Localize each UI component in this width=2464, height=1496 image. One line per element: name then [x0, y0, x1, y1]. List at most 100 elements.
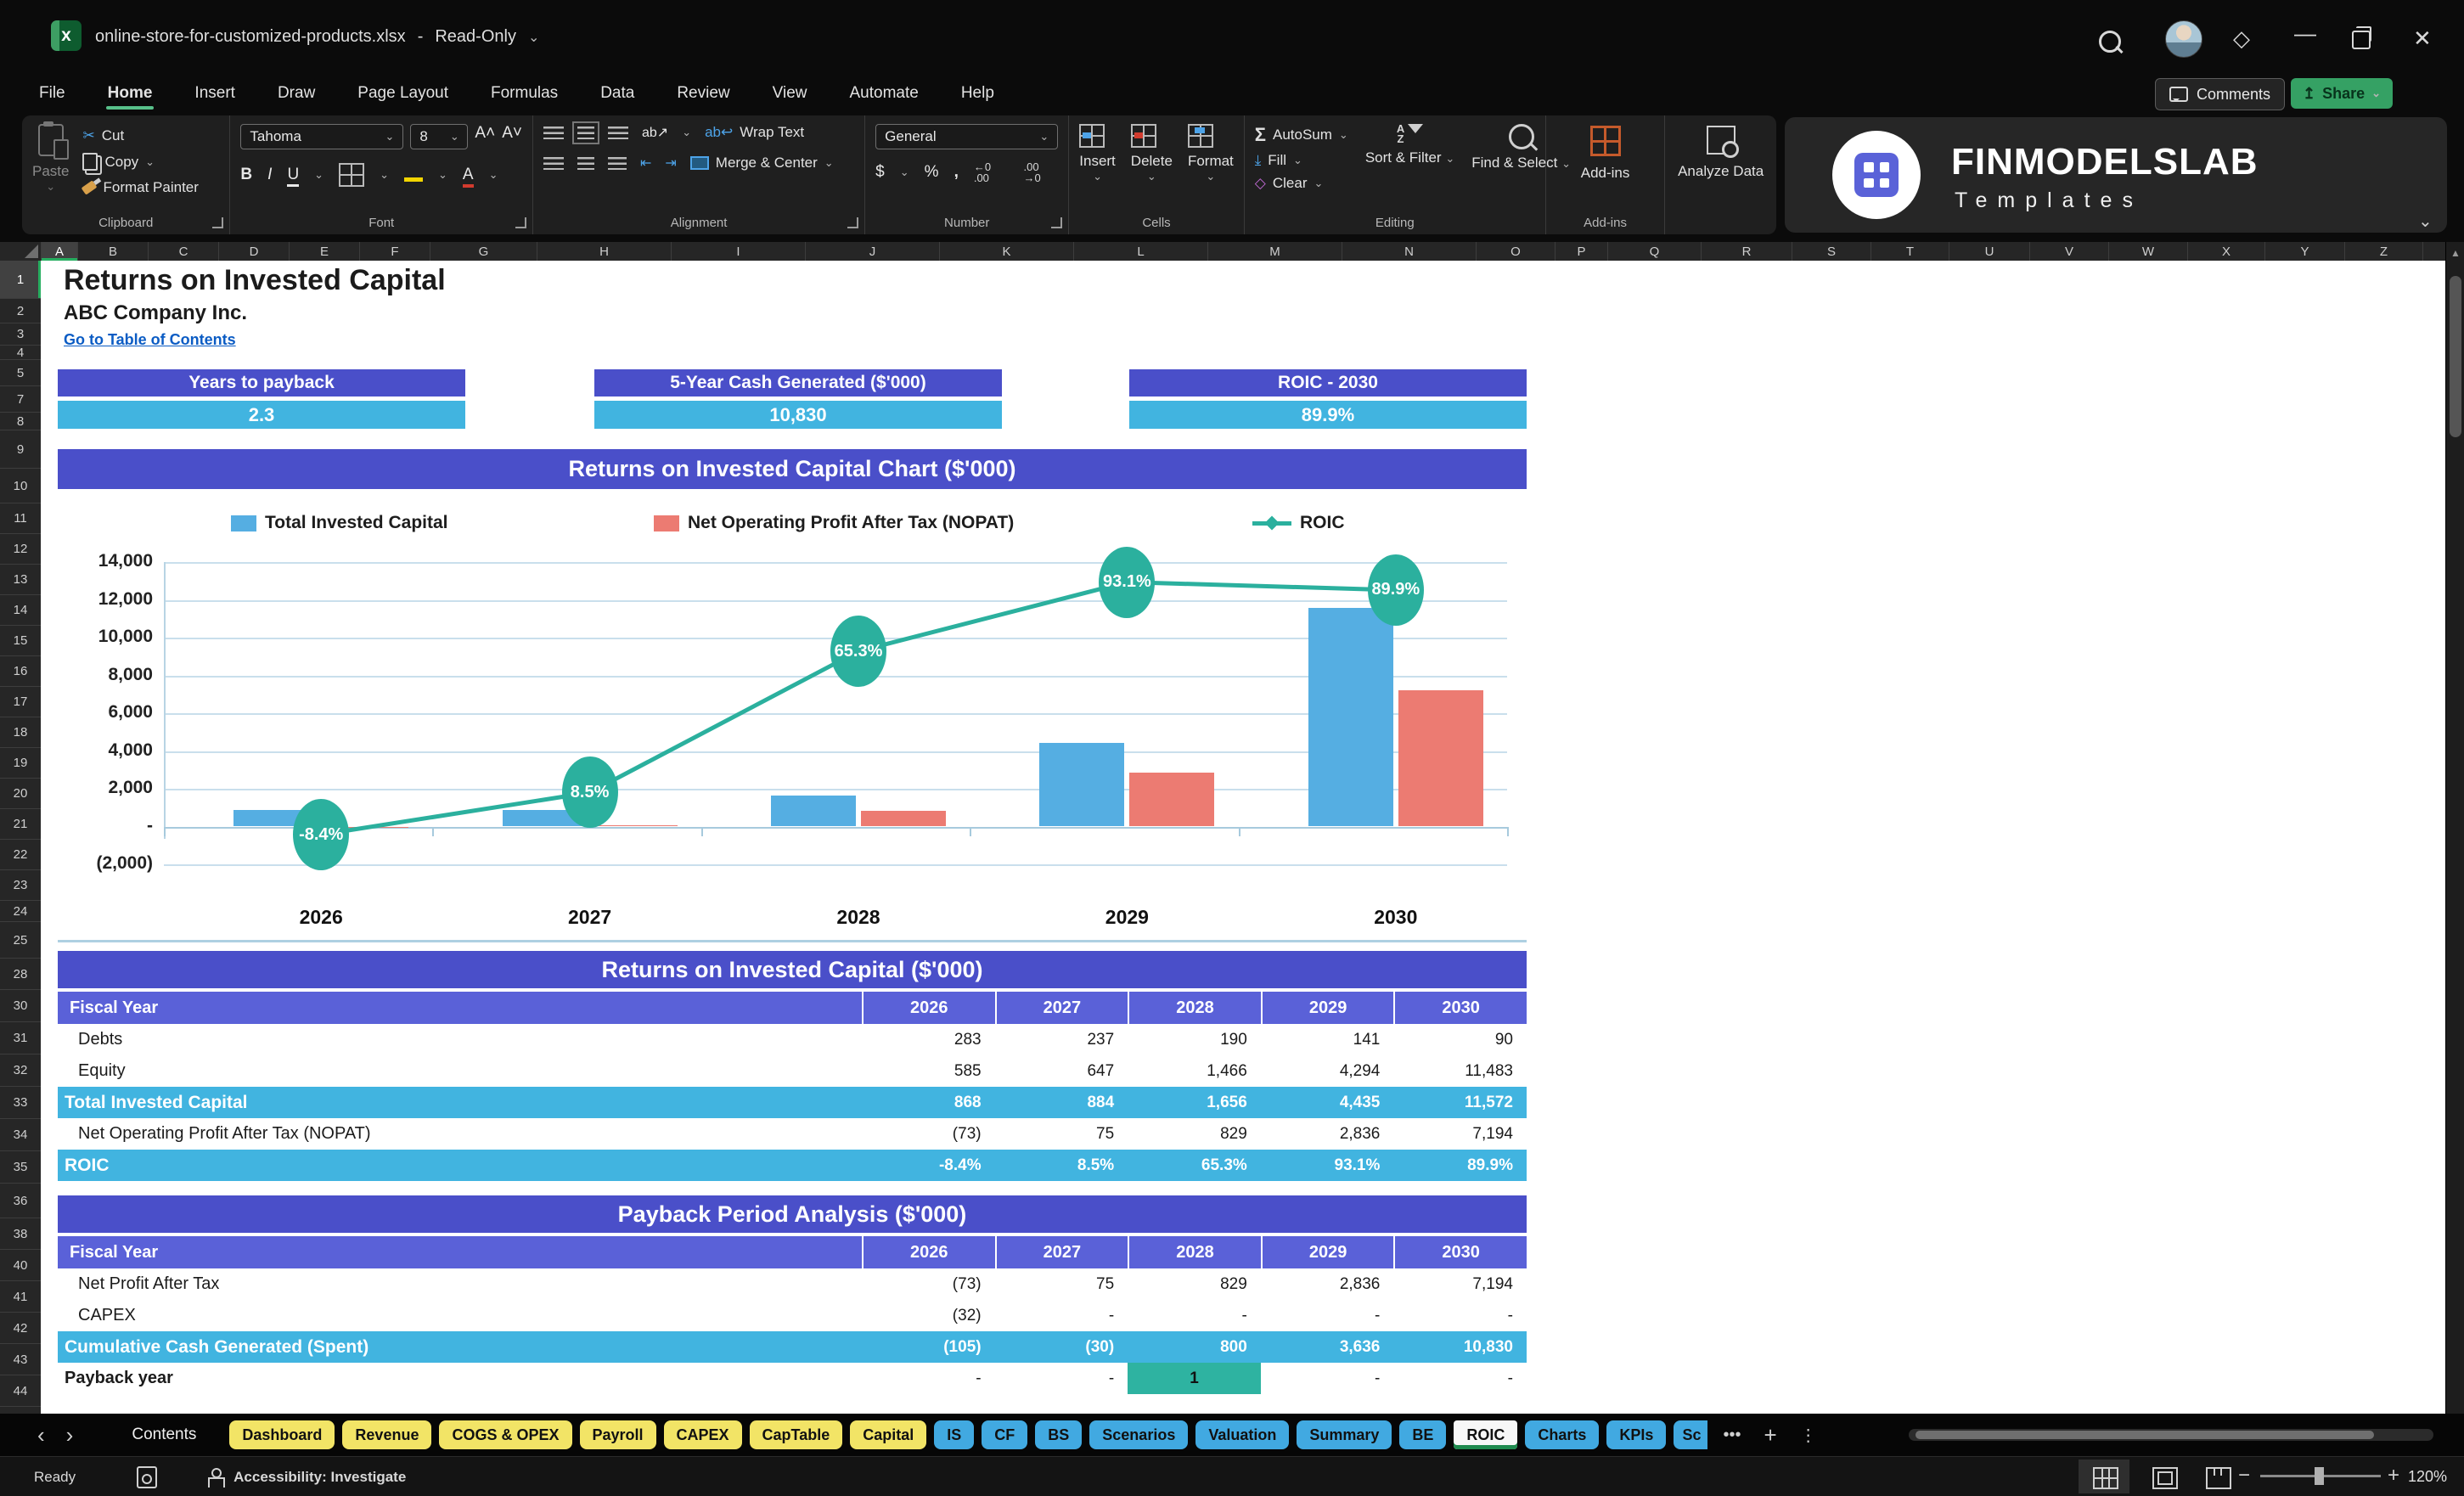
column-header-U[interactable]: U: [1949, 242, 2030, 261]
row-header-42[interactable]: 42: [0, 1313, 41, 1344]
table-cell[interactable]: (73): [862, 1118, 995, 1150]
ribbon-tab-data[interactable]: Data: [599, 79, 636, 108]
column-header-E[interactable]: E: [290, 242, 360, 261]
vertical-scrollbar[interactable]: ▲: [2445, 242, 2464, 1414]
row-header-8[interactable]: 8: [0, 413, 41, 430]
shrink-font-button[interactable]: A˅: [502, 124, 522, 149]
row-header-21[interactable]: 21: [0, 809, 41, 840]
table-cell[interactable]: -: [995, 1300, 1128, 1331]
horizontal-scrollbar[interactable]: [1909, 1429, 2433, 1441]
table-cell[interactable]: -: [1261, 1363, 1394, 1394]
analyze-data-button[interactable]: Analyze Data: [1675, 126, 1766, 180]
column-header-G[interactable]: G: [430, 242, 537, 261]
column-header-F[interactable]: F: [360, 242, 430, 261]
zoom-slider-thumb[interactable]: [2315, 1467, 2324, 1485]
macro-record-icon[interactable]: [137, 1466, 157, 1488]
column-header-M[interactable]: M: [1208, 242, 1342, 261]
column-header-Z[interactable]: Z: [2345, 242, 2423, 261]
table-cell[interactable]: 4,294: [1261, 1055, 1394, 1087]
avatar[interactable]: [2165, 20, 2202, 58]
table-cell[interactable]: 75: [995, 1118, 1128, 1150]
table-cell[interactable]: (105): [862, 1331, 995, 1363]
sheet-tab-be[interactable]: BE: [1399, 1420, 1446, 1449]
orientation-icon[interactable]: ab↗: [642, 124, 668, 141]
row-header-44[interactable]: 44: [0, 1375, 41, 1407]
align-top-icon[interactable]: [543, 127, 564, 139]
column-header-L[interactable]: L: [1074, 242, 1208, 261]
horizontal-scroll-thumb[interactable]: [1916, 1431, 2374, 1439]
font-dialog-launcher[interactable]: [515, 217, 526, 228]
sheet-tab-is[interactable]: IS: [934, 1420, 974, 1449]
row-header-35[interactable]: 35: [0, 1151, 41, 1184]
comma-format-button[interactable]: ,: [954, 163, 959, 182]
sheet-nav-left-icon[interactable]: ‹: [31, 1422, 52, 1448]
row-header-5[interactable]: 5: [0, 360, 41, 386]
table-cell[interactable]: 647: [995, 1055, 1128, 1087]
align-right-icon[interactable]: [608, 157, 627, 170]
row-header-41[interactable]: 41: [0, 1281, 41, 1313]
table-cell[interactable]: 884: [995, 1087, 1128, 1118]
comments-button[interactable]: Comments: [2155, 78, 2285, 110]
sheet-tab-valuation[interactable]: Valuation: [1195, 1420, 1289, 1449]
row-header-13[interactable]: 13: [0, 565, 41, 595]
column-header-W[interactable]: W: [2109, 242, 2188, 261]
ribbon-tab-insert[interactable]: Insert: [193, 79, 237, 108]
column-header-V[interactable]: V: [2030, 242, 2109, 261]
fill-color-button[interactable]: [404, 164, 423, 186]
row-header-34[interactable]: 34: [0, 1119, 41, 1151]
table-of-contents-link[interactable]: Go to Table of Contents: [64, 331, 236, 349]
borders-icon[interactable]: [339, 163, 364, 187]
table-cell[interactable]: (32): [862, 1300, 995, 1331]
table-cell[interactable]: -: [1128, 1300, 1261, 1331]
table-cell[interactable]: 283: [862, 1024, 995, 1055]
clear-button[interactable]: ◇Clear⌄: [1255, 175, 1348, 192]
font-color-button[interactable]: A: [463, 166, 474, 184]
column-header-I[interactable]: I: [672, 242, 806, 261]
font-family-select[interactable]: Tahoma⌄: [240, 124, 403, 149]
table-row[interactable]: Equity5856471,4664,29411,483: [58, 1055, 1527, 1087]
row-header-10[interactable]: 10: [0, 469, 41, 503]
insert-cells-button[interactable]: Insert ⌄: [1079, 124, 1116, 183]
share-button[interactable]: ↥ Share ⌄: [2291, 78, 2393, 109]
column-header-R[interactable]: R: [1702, 242, 1792, 261]
addins-button[interactable]: Add-ins: [1556, 126, 1655, 182]
number-dialog-launcher[interactable]: [1051, 217, 1062, 228]
minimize-button[interactable]: —: [2294, 20, 2316, 47]
vertical-scroll-thumb[interactable]: [2450, 276, 2461, 437]
table-row[interactable]: Net Operating Profit After Tax (NOPAT)(7…: [58, 1118, 1527, 1150]
table-cell[interactable]: (73): [862, 1268, 995, 1300]
sheet-tab-bs[interactable]: BS: [1035, 1420, 1082, 1449]
table-cell[interactable]: 75: [995, 1268, 1128, 1300]
page-layout-view-icon[interactable]: [2152, 1467, 2178, 1489]
collapse-ribbon-icon[interactable]: ⌄: [2418, 211, 2433, 232]
row-header-16[interactable]: 16: [0, 656, 41, 687]
wrap-text-button[interactable]: ab↩Wrap Text: [705, 124, 804, 141]
title-dropdown-icon[interactable]: ⌄: [528, 29, 539, 46]
accessibility-status[interactable]: Accessibility: Investigate: [233, 1469, 406, 1486]
table-row[interactable]: CAPEX(32)----: [58, 1300, 1527, 1331]
underline-button[interactable]: U: [287, 166, 299, 184]
sheet-tab-capex[interactable]: CAPEX: [664, 1420, 742, 1449]
table-cell[interactable]: 2,836: [1261, 1268, 1394, 1300]
cut-button[interactable]: ✂Cut: [82, 127, 198, 144]
table-cell[interactable]: -8.4%: [862, 1150, 995, 1181]
row-header-40[interactable]: 40: [0, 1250, 41, 1281]
table-cell[interactable]: 4,435: [1261, 1087, 1394, 1118]
sheet-tab-payroll[interactable]: Payroll: [580, 1420, 656, 1449]
number-format-select[interactable]: General⌄: [875, 124, 1058, 149]
column-header-B[interactable]: B: [78, 242, 149, 261]
sort-filter-button[interactable]: AZ Sort & Filter ⌄: [1365, 124, 1454, 192]
italic-button[interactable]: I: [267, 166, 272, 184]
decrease-indent-icon[interactable]: ⇤: [640, 155, 651, 172]
sheet-tab-captable[interactable]: CapTable: [750, 1420, 843, 1449]
ribbon-tab-review[interactable]: Review: [675, 79, 731, 108]
ribbon-tab-automate[interactable]: Automate: [847, 79, 920, 108]
zoom-in-button[interactable]: +: [2388, 1464, 2399, 1488]
column-header-H[interactable]: H: [537, 242, 672, 261]
table-cell[interactable]: 93.1%: [1261, 1150, 1394, 1181]
align-bottom-icon[interactable]: [608, 127, 628, 139]
delete-cells-button[interactable]: Delete ⌄: [1131, 124, 1173, 183]
sheet-tab-revenue[interactable]: Revenue: [342, 1420, 431, 1449]
column-header-Q[interactable]: Q: [1608, 242, 1702, 261]
format-cells-button[interactable]: Format ⌄: [1188, 124, 1234, 183]
